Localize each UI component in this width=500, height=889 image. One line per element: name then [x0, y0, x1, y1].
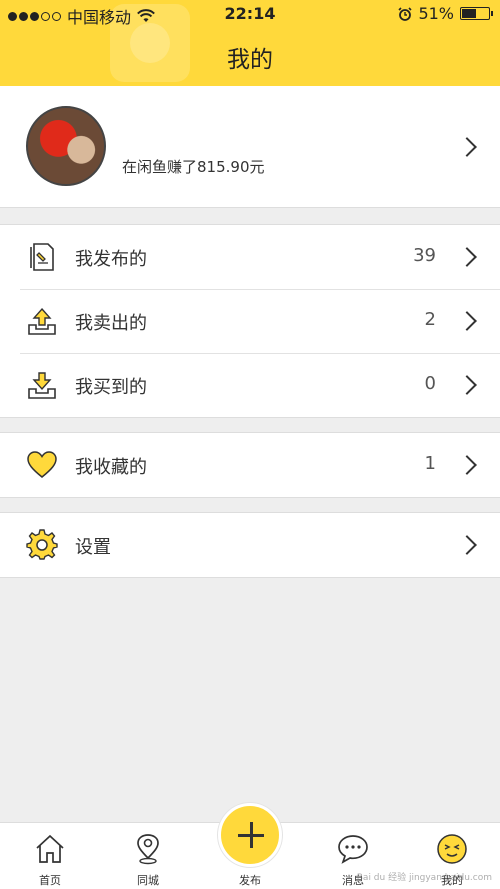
tab-label: 同城 — [137, 874, 159, 887]
menu-item-label: 我发布的 — [75, 249, 147, 270]
chevron-right-icon — [457, 455, 477, 475]
tab-label: 首页 — [39, 874, 61, 887]
menu-item-sold[interactable]: 我卖出的 2 — [0, 289, 500, 353]
menu-item-published[interactable]: 我发布的 39 — [0, 225, 500, 289]
alarm-clock-icon — [398, 6, 413, 21]
menu-item-count: 0 — [424, 373, 436, 394]
page-title: 我的 — [227, 47, 273, 73]
menu-group-favorites: 我收藏的 1 — [0, 432, 500, 498]
battery-percent: 51% — [418, 4, 454, 23]
chevron-right-icon — [457, 137, 477, 157]
menu-group-trade: 我发布的 39 我卖出的 2 我买到的 0 — [0, 224, 500, 418]
menu-item-favorites[interactable]: 我收藏的 1 — [0, 433, 500, 497]
menu-item-label: 设置 — [75, 537, 111, 558]
gear-icon — [26, 529, 58, 560]
tab-nearby[interactable]: 同城 — [108, 823, 188, 889]
tab-label: 发布 — [239, 874, 261, 887]
face-icon — [437, 834, 467, 864]
heart-icon — [27, 451, 57, 478]
chevron-right-icon — [457, 535, 477, 555]
chat-bubble-icon — [338, 835, 368, 864]
menu-item-count: 1 — [424, 453, 436, 474]
publish-plus-button[interactable] — [218, 803, 282, 867]
tab-home[interactable]: 首页 — [10, 823, 90, 889]
avatar[interactable] — [26, 106, 106, 186]
header-bar: 中国移动 22:14 51% 我的 — [0, 0, 500, 86]
menu-item-label: 我买到的 — [75, 377, 147, 398]
menu-item-count: 2 — [424, 309, 436, 330]
document-icon — [30, 243, 54, 271]
location-pin-icon — [137, 834, 159, 865]
battery-icon — [460, 7, 493, 20]
download-tray-icon — [28, 372, 56, 399]
menu-item-label: 我卖出的 — [75, 313, 147, 334]
upload-tray-icon — [28, 307, 56, 335]
earnings-text: 在闲鱼赚了815.90元 — [122, 158, 265, 176]
menu-item-bought[interactable]: 我买到的 0 — [0, 353, 500, 417]
chevron-right-icon — [457, 375, 477, 395]
status-right: 51% — [398, 4, 493, 23]
menu-group-settings: 设置 — [0, 512, 500, 578]
menu-item-label: 我收藏的 — [75, 457, 147, 478]
profile-card[interactable]: 在闲鱼赚了815.90元 — [0, 86, 500, 208]
home-icon — [36, 834, 64, 863]
status-bar: 中国移动 22:14 51% — [0, 0, 500, 28]
watermark-text: Bai du 经验 jingyan.baidu.com — [356, 873, 492, 883]
menu-item-count: 39 — [413, 245, 436, 266]
menu-item-settings[interactable]: 设置 — [0, 513, 500, 577]
chevron-right-icon — [457, 247, 477, 267]
chevron-right-icon — [457, 311, 477, 331]
